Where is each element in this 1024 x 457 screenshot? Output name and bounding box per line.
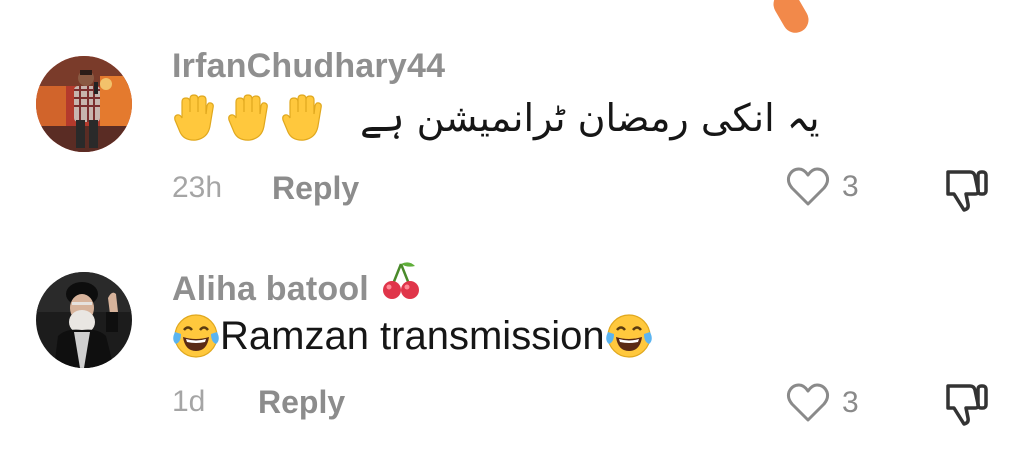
username-text: IrfanChudhary44 <box>172 47 446 85</box>
dislike-button[interactable] <box>940 164 990 214</box>
timestamp: 23h <box>172 171 223 204</box>
waving-hand-icon <box>174 94 214 141</box>
heart-icon <box>786 167 830 206</box>
like-button[interactable]: 3 <box>786 164 859 210</box>
dislike-button[interactable] <box>940 378 990 428</box>
heart-icon <box>786 383 830 422</box>
cherries-emoji <box>381 260 421 313</box>
like-count: 3 <box>842 386 859 419</box>
like-count: 3 <box>842 170 859 203</box>
comment-text: Ramzan transmission <box>172 308 653 364</box>
avatar[interactable] <box>36 272 132 368</box>
comment-body: یہ انکی رمضان ٹرانمیشن ہے <box>360 96 820 140</box>
username[interactable]: IrfanChudhary44 <box>172 44 445 88</box>
cleric-portrait-photo-icon <box>36 272 132 368</box>
avatar[interactable] <box>36 56 132 152</box>
comment-body: Ramzan transmission <box>220 314 605 358</box>
reply-button[interactable]: Reply <box>258 384 345 421</box>
reply-button[interactable]: Reply <box>272 170 359 207</box>
waving-hand-icon <box>282 94 322 141</box>
username[interactable]: Aliha batool <box>172 260 421 313</box>
thumbs-down-icon <box>946 384 988 426</box>
orange-edge-decoration <box>768 0 814 38</box>
comment-text: یہ انکی رمضان ٹرانمیشن ہے <box>172 90 820 146</box>
cherries-icon <box>382 262 419 299</box>
face-with-tears-of-joy-icon <box>605 314 652 358</box>
like-button[interactable]: 3 <box>786 380 859 426</box>
face-with-tears-of-joy-icon <box>173 314 219 358</box>
thumbs-down-icon <box>946 170 988 212</box>
waving-hand-icon <box>228 94 268 141</box>
comment-meta: 1d Reply <box>172 382 345 422</box>
username-text: Aliha batool <box>172 270 369 308</box>
timestamp: 1d <box>172 385 206 418</box>
man-with-microphone-photo-icon <box>36 56 132 152</box>
comment-meta: 23h Reply <box>172 168 359 208</box>
